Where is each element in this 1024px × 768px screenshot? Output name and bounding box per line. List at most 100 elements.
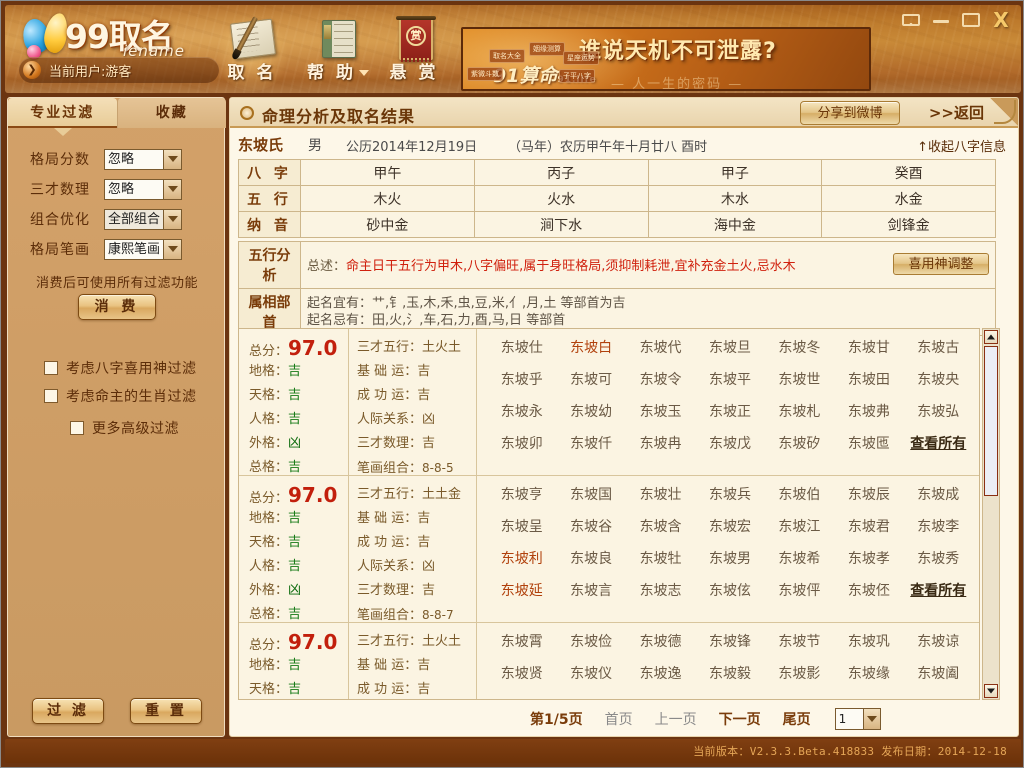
- name-candidate[interactable]: 东坡田: [834, 369, 903, 389]
- view-all-link[interactable]: 查看所有: [904, 580, 973, 600]
- results-scrollbar[interactable]: [982, 328, 1000, 700]
- name-candidate[interactable]: 东坡谷: [556, 516, 625, 536]
- name-candidate[interactable]: 东坡巩: [834, 631, 903, 651]
- name-candidate[interactable]: 东坡谅: [904, 631, 973, 651]
- chevron-down-icon[interactable]: [163, 238, 182, 260]
- name-candidate[interactable]: 东坡弗: [834, 401, 903, 421]
- name-candidate[interactable]: 东坡延: [487, 580, 556, 600]
- name-candidate[interactable]: 东坡世: [765, 369, 834, 389]
- current-user-bar[interactable]: ❯ 当前用户:游客: [19, 57, 219, 83]
- minimize-button[interactable]: [931, 11, 951, 29]
- name-candidate[interactable]: 东坡锋: [695, 631, 764, 651]
- name-candidate[interactable]: 东坡永: [487, 401, 556, 421]
- name-candidate[interactable]: 东坡良: [556, 548, 625, 568]
- page-select[interactable]: 1: [834, 708, 881, 730]
- first-page-link[interactable]: 首页: [605, 709, 633, 729]
- name-candidate[interactable]: 东坡伻: [765, 580, 834, 600]
- name-candidate[interactable]: 东坡阖: [904, 663, 973, 683]
- name-candidate[interactable]: 东坡弘: [904, 401, 973, 421]
- name-candidate[interactable]: 东坡呈: [487, 516, 556, 536]
- maximize-button[interactable]: [961, 11, 981, 29]
- xiyongshen-adjust-button[interactable]: 喜用神调整: [893, 253, 989, 275]
- name-candidate[interactable]: 东坡白: [556, 337, 625, 357]
- nav-button-xuanshang[interactable]: 悬 赏: [377, 15, 451, 87]
- name-candidate[interactable]: 东坡牡: [626, 548, 695, 568]
- name-candidate[interactable]: 东坡逸: [626, 663, 695, 683]
- advertisement-banner[interactable]: 谁说天机不可泄露? 91算命91.life 取名大全 姻缘测算 星座运势 紫微斗…: [461, 27, 871, 91]
- tab-favorites[interactable]: 收藏: [116, 98, 226, 128]
- name-candidate[interactable]: 东坡旦: [695, 337, 764, 357]
- name-candidate[interactable]: 东坡利: [487, 548, 556, 568]
- name-candidate[interactable]: 东坡秀: [904, 548, 973, 568]
- name-candidate[interactable]: 东坡冬: [765, 337, 834, 357]
- name-candidate[interactable]: 东坡平: [695, 369, 764, 389]
- name-candidate[interactable]: 东坡甘: [834, 337, 903, 357]
- name-candidate[interactable]: 东坡伾: [834, 580, 903, 600]
- chevron-down-icon[interactable]: [163, 148, 182, 170]
- scroll-up-button[interactable]: [984, 330, 998, 344]
- filter-button[interactable]: 过 滤: [32, 698, 104, 724]
- chevron-down-icon[interactable]: [862, 708, 881, 730]
- name-candidate[interactable]: 东坡李: [904, 516, 973, 536]
- name-candidate[interactable]: 东坡仕: [487, 337, 556, 357]
- name-candidate[interactable]: 东坡幼: [556, 401, 625, 421]
- name-candidate[interactable]: 东坡毅: [695, 663, 764, 683]
- filter-select-combination[interactable]: 全部组合: [104, 208, 182, 230]
- name-candidate[interactable]: 东坡君: [834, 516, 903, 536]
- tab-professional-filter[interactable]: 专业过滤: [8, 98, 117, 128]
- name-candidate[interactable]: 东坡伯: [765, 484, 834, 504]
- name-candidate[interactable]: 东坡令: [626, 369, 695, 389]
- name-candidate[interactable]: 东坡戊: [695, 433, 764, 453]
- view-all-link[interactable]: 查看所有: [904, 433, 973, 453]
- checkbox-box[interactable]: [44, 389, 58, 403]
- name-candidate[interactable]: 东坡成: [904, 484, 973, 504]
- scroll-down-button[interactable]: [984, 684, 998, 698]
- name-candidate[interactable]: 东坡仪: [556, 663, 625, 683]
- name-candidate[interactable]: 东坡壮: [626, 484, 695, 504]
- checkbox-advanced-filter[interactable]: 更多高级过滤: [70, 418, 179, 438]
- name-candidate[interactable]: 东坡矽: [765, 433, 834, 453]
- name-candidate[interactable]: 东坡古: [904, 337, 973, 357]
- name-candidate[interactable]: 东坡匜: [834, 433, 903, 453]
- name-candidate[interactable]: 东坡央: [904, 369, 973, 389]
- name-candidate[interactable]: 东坡札: [765, 401, 834, 421]
- nav-button-quming[interactable]: 取 名: [213, 11, 291, 91]
- scrollbar-thumb[interactable]: [984, 346, 998, 496]
- name-candidate[interactable]: 东坡缘: [834, 663, 903, 683]
- checkbox-box[interactable]: [44, 361, 58, 375]
- nav-button-bangzhu[interactable]: 帮 助: [301, 15, 375, 87]
- pay-button[interactable]: 消 费: [78, 294, 156, 320]
- name-candidate[interactable]: 东坡宏: [695, 516, 764, 536]
- name-candidate[interactable]: 东坡正: [695, 401, 764, 421]
- name-candidate[interactable]: 东坡言: [556, 580, 625, 600]
- back-link[interactable]: >>返回: [929, 102, 984, 123]
- name-candidate[interactable]: 东坡代: [626, 337, 695, 357]
- message-button[interactable]: [901, 11, 921, 29]
- name-candidate[interactable]: 东坡国: [556, 484, 625, 504]
- chevron-down-icon[interactable]: [163, 208, 182, 230]
- name-candidate[interactable]: 东坡辰: [834, 484, 903, 504]
- name-candidate[interactable]: 东坡乎: [487, 369, 556, 389]
- name-candidate[interactable]: 东坡亨: [487, 484, 556, 504]
- name-candidate[interactable]: 东坡霄: [487, 631, 556, 651]
- share-to-weibo-button[interactable]: 分享到微博: [800, 101, 900, 125]
- name-candidate[interactable]: 东坡玉: [626, 401, 695, 421]
- name-candidate[interactable]: 东坡男: [695, 548, 764, 568]
- reset-button[interactable]: 重 置: [130, 698, 202, 724]
- checkbox-shengxiao-filter[interactable]: 考虑命主的生肖过滤: [44, 386, 197, 406]
- filter-select-score[interactable]: 忽略: [104, 148, 182, 170]
- name-candidate[interactable]: 东坡兵: [695, 484, 764, 504]
- name-candidate[interactable]: 东坡志: [626, 580, 695, 600]
- collapse-bazi-link[interactable]: ↑收起八字信息: [917, 136, 1006, 155]
- name-candidate[interactable]: 东坡冉: [626, 433, 695, 453]
- name-candidate[interactable]: 东坡仟: [556, 433, 625, 453]
- name-candidate[interactable]: 东坡伭: [695, 580, 764, 600]
- next-page-link[interactable]: 下一页: [719, 709, 761, 729]
- name-candidate[interactable]: 东坡德: [626, 631, 695, 651]
- name-candidate[interactable]: 东坡卯: [487, 433, 556, 453]
- name-candidate[interactable]: 东坡江: [765, 516, 834, 536]
- name-candidate[interactable]: 东坡含: [626, 516, 695, 536]
- checkbox-box[interactable]: [70, 421, 84, 435]
- chevron-down-icon[interactable]: [163, 178, 182, 200]
- last-page-link[interactable]: 尾页: [783, 709, 811, 729]
